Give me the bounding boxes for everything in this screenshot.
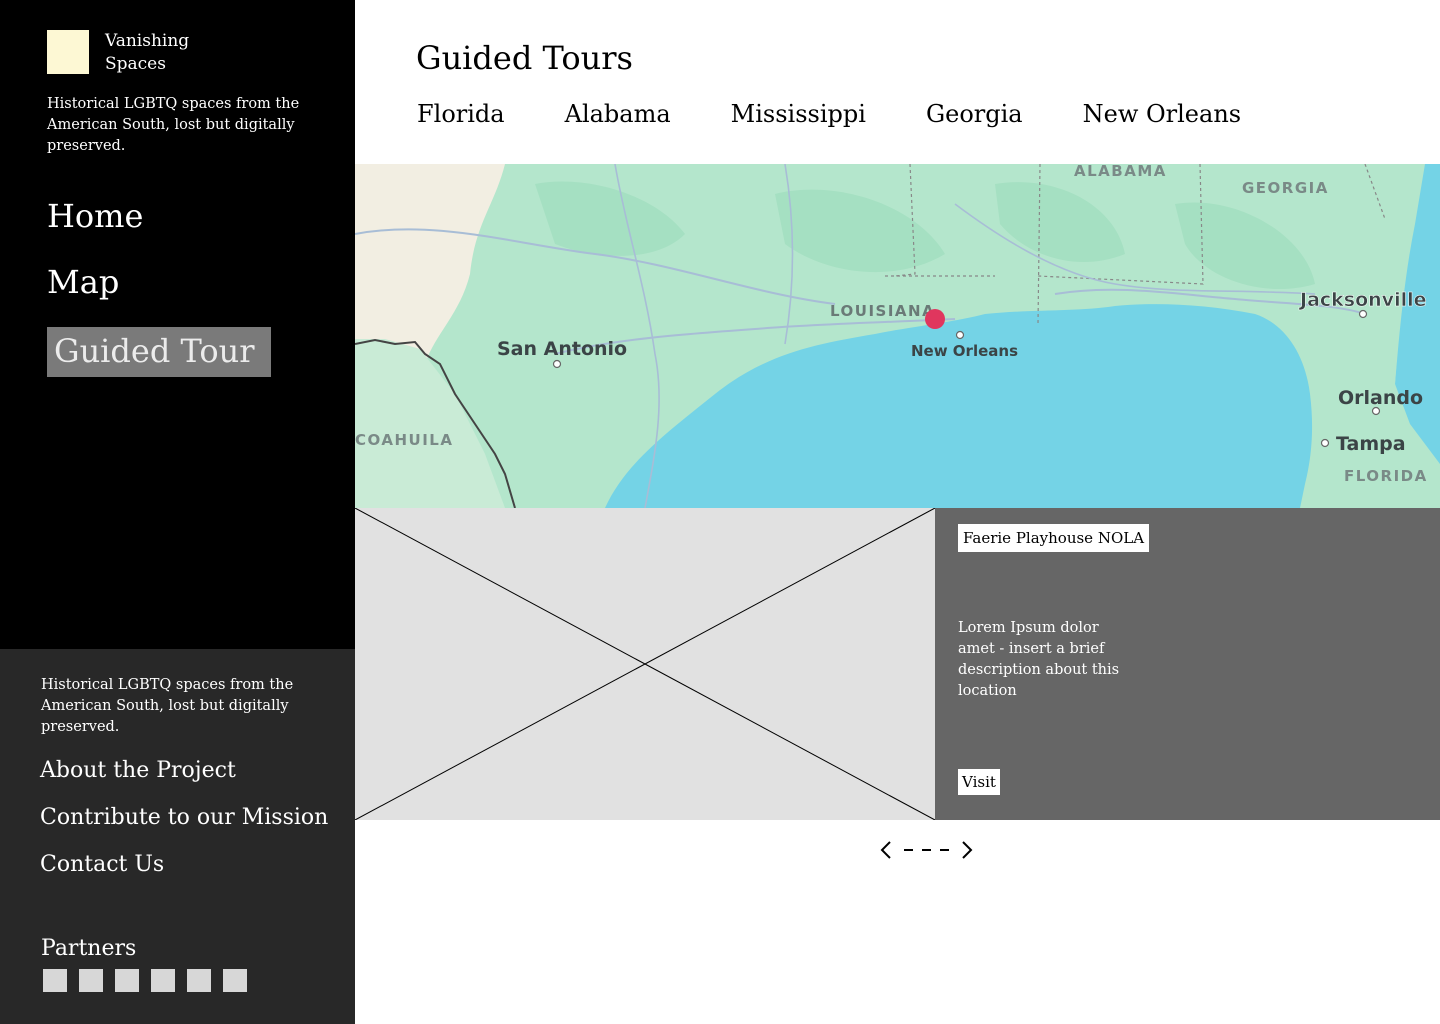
partner-logo[interactable] (151, 969, 175, 992)
map-view[interactable]: ALABAMA GEORGIA LOUISIANA Jacksonville S… (355, 164, 1440, 508)
pager-dots (900, 849, 953, 851)
chevron-left-icon[interactable] (878, 838, 896, 862)
map-label-tampa: Tampa (1336, 433, 1406, 455)
partner-logos (43, 969, 247, 992)
location-info-panel: Faerie Playhouse NOLA Lorem Ipsum dolor … (935, 508, 1440, 820)
brand-name[interactable]: Vanishing Spaces (105, 30, 225, 76)
state-tabs: Florida Alabama Mississippi Georgia New … (417, 98, 1301, 130)
location-marker[interactable] (925, 309, 945, 329)
chevron-right-icon[interactable] (957, 838, 975, 862)
tab-mississippi[interactable]: Mississippi (731, 98, 866, 130)
map-label-florida: FLORIDA (1344, 467, 1428, 485)
contact-link[interactable]: Contact Us (40, 850, 164, 880)
map-label-san-antonio: San Antonio (497, 338, 627, 360)
partner-logo[interactable] (115, 969, 139, 992)
partners-heading: Partners (41, 936, 137, 961)
partner-logo[interactable] (43, 969, 67, 992)
pager-dot[interactable] (922, 849, 931, 851)
footer-panel: Historical LGBTQ spaces from the America… (0, 649, 355, 1024)
location-description: Lorem Ipsum dolor amet - insert a brief … (958, 620, 1120, 699)
nav-item-home[interactable]: Home (47, 196, 143, 236)
location-name: Faerie Playhouse NOLA (958, 524, 1150, 552)
visit-button[interactable]: Visit (958, 769, 1000, 795)
partner-logo[interactable] (223, 969, 247, 992)
map-label-alabama: ALABAMA (1074, 164, 1167, 180)
pager-dot[interactable] (904, 849, 913, 851)
map-label-coahuila: COAHUILA (355, 431, 453, 449)
location-image-placeholder (354, 507, 936, 821)
map-label-jacksonville: Jacksonville (1298, 289, 1427, 311)
partner-logo[interactable] (79, 969, 103, 992)
map-label-louisiana: LOUISIANA (830, 302, 935, 320)
contribute-link[interactable]: Contribute to our Mission (40, 803, 328, 833)
tab-new-orleans[interactable]: New Orleans (1083, 98, 1241, 130)
logo[interactable] (47, 30, 89, 74)
tab-alabama[interactable]: Alabama (565, 98, 671, 130)
carousel-pager (878, 838, 975, 862)
pager-dot[interactable] (940, 849, 949, 851)
about-link[interactable]: About the Project (40, 756, 236, 786)
sidebar-tagline: Historical LGBTQ spaces from the America… (47, 96, 300, 154)
tab-florida[interactable]: Florida (417, 98, 505, 130)
map-label-new-orleans: New Orleans (911, 342, 1018, 360)
nav-item-map[interactable]: Map (47, 262, 119, 302)
page-title: Guided Tours (416, 39, 633, 77)
map-label-georgia: GEORGIA (1242, 179, 1329, 197)
footer-tagline: Historical LGBTQ spaces from the America… (41, 677, 294, 735)
nav-item-guided-tour[interactable]: Guided Tour (47, 327, 271, 377)
map-label-orlando: Orlando (1338, 387, 1423, 409)
partner-logo[interactable] (187, 969, 211, 992)
tab-georgia[interactable]: Georgia (926, 98, 1023, 130)
